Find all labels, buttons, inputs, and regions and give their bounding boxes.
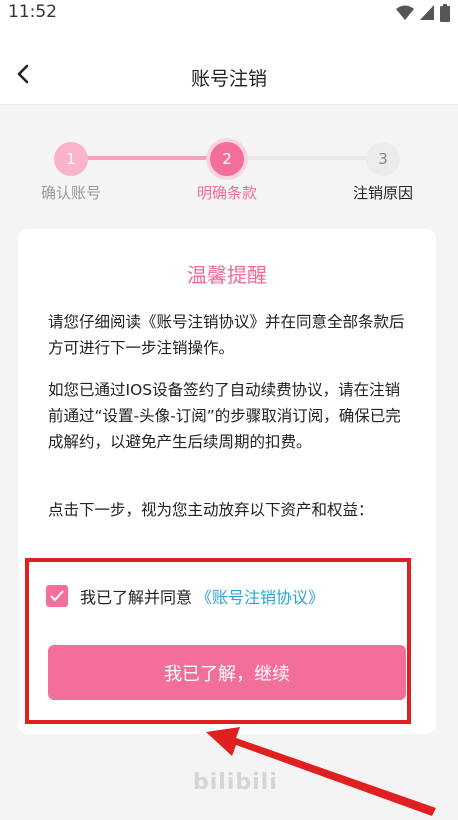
page-title: 账号注销 [190,68,267,90]
step-2-label: 明确条款 [196,184,257,202]
status-icons [396,4,450,22]
step-2-number: 2 [222,150,232,168]
step-line-pending [227,156,383,160]
step-line-done [71,156,227,160]
step-1-circle: 1 [54,142,88,176]
status-bar: 11:52 [0,0,458,26]
step-1-label: 确认账号 [40,184,101,202]
stepper: 1 2 3 确认账号 明确条款 注销原因 [0,105,458,215]
paragraph-read-agreement: 请您仔细阅读《账号注销协议》并在同意全部条款后方可进行下一步注销操作。 [48,313,405,357]
status-time: 11:52 [8,2,57,22]
card-title: 温馨提醒 [187,263,267,287]
step-1-number: 1 [66,150,76,168]
annotation-highlight-box [25,558,411,724]
nav-bar: 账号注销 [0,26,458,105]
paragraph-ios-subscription: 如您已通过IOS设备签约了自动续费协议，请在注销前通过“设置-头像-订阅”的步骤… [48,381,401,451]
step-3-number: 3 [378,150,388,168]
step-3-label: 注销原因 [352,184,413,202]
signal-icon [420,5,434,20]
battery-icon [440,4,450,22]
step-2-circle: 2 [210,142,244,176]
paragraph-give-up-assets: 点击下一步，视为您主动放弃以下资产和权益： [48,501,374,519]
bilibili-logo: bilibili [193,770,278,795]
wifi-icon [396,5,414,20]
step-3-circle: 3 [366,142,400,176]
